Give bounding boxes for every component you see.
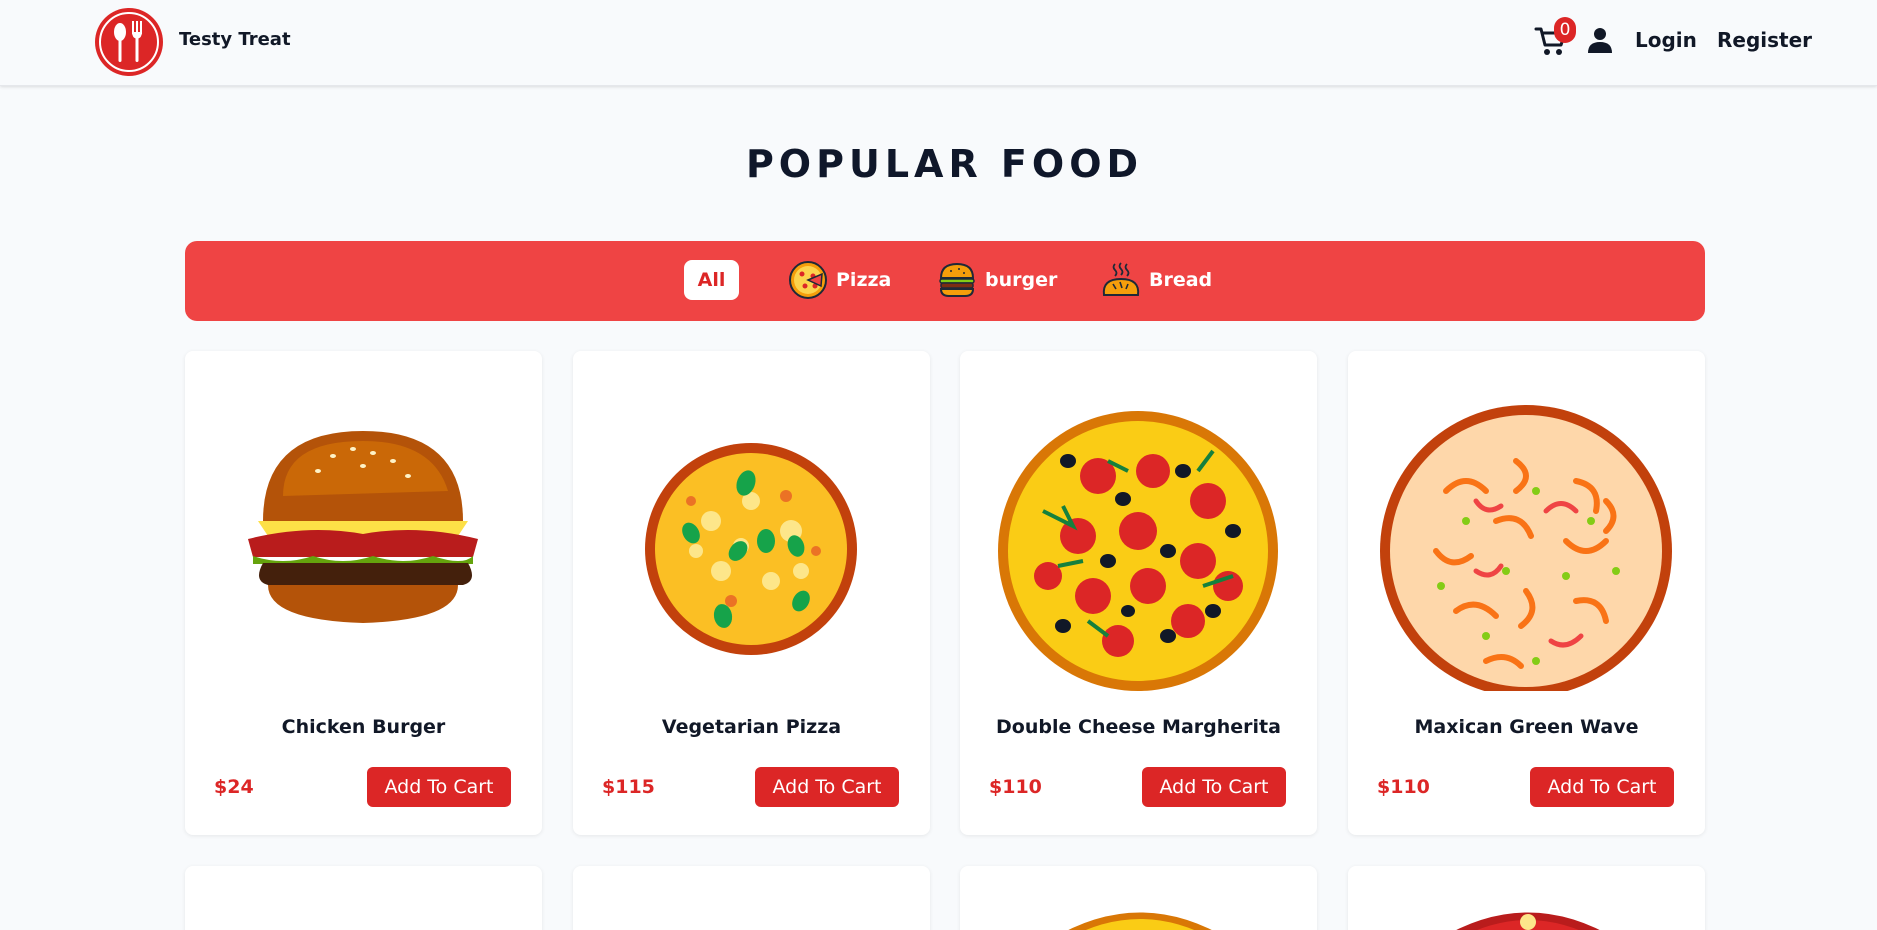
logo-icon[interactable] (94, 7, 164, 77)
burger-icon (939, 262, 975, 297)
product-card: Chicken Burger $24 Add To Cart (185, 351, 542, 835)
product-card-partial (960, 866, 1317, 930)
burger-image (213, 371, 478, 691)
pepper-pizza-image (1380, 405, 1672, 691)
register-link[interactable]: Register (1717, 28, 1812, 52)
add-to-cart-button[interactable]: Add To Cart (755, 767, 899, 807)
filter-burger-label: burger (985, 269, 1058, 291)
product-card-partial (1348, 866, 1705, 930)
user-icon[interactable] (1587, 27, 1613, 53)
add-to-cart-button[interactable]: Add To Cart (1530, 767, 1674, 807)
product-card: Double Cheese Margherita $110 Add To Car… (960, 351, 1317, 835)
page-title: POPULAR FOOD (745, 142, 1144, 186)
product-card: Maxican Green Wave $110 Add To Cart (1348, 351, 1705, 835)
product-card: Vegetarian Pizza $115 Add To Cart (573, 351, 930, 835)
brand-name: Testy Treat (179, 29, 291, 50)
filter-pizza-button[interactable]: Pizza (788, 260, 891, 300)
product-price: $110 (989, 776, 1042, 798)
login-link[interactable]: Login (1635, 28, 1697, 52)
filter-all-button[interactable]: All (684, 260, 739, 300)
add-to-cart-button[interactable]: Add To Cart (1142, 767, 1286, 807)
filter-bread-button[interactable]: Bread (1101, 260, 1212, 300)
product-price: $110 (1377, 776, 1430, 798)
filter-all-label: All (697, 269, 726, 291)
pizza-image-partial (1456, 912, 1600, 930)
veg-pizza-image (645, 443, 857, 655)
product-price: $115 (602, 776, 655, 798)
category-filter-bar: All Pizza burger Bread (185, 241, 1705, 321)
cart-count-badge: 0 (1554, 17, 1576, 43)
pepperoni-pizza-image (998, 411, 1278, 691)
filter-pizza-label: Pizza (836, 269, 892, 291)
filter-bread-label: Bread (1149, 269, 1213, 291)
product-name: Vegetarian Pizza (661, 716, 842, 738)
product-name: Maxican Green Wave (1414, 716, 1639, 738)
product-price: $24 (214, 776, 254, 798)
pizza-icon (789, 261, 827, 299)
product-card-partial (573, 866, 930, 930)
pizza-image-partial (1068, 912, 1212, 930)
add-to-cart-button[interactable]: Add To Cart (367, 767, 511, 807)
header: Testy Treat 0 Login Register (0, 0, 1877, 86)
product-name: Chicken Burger (281, 716, 446, 738)
bread-icon (1102, 262, 1140, 296)
product-name: Double Cheese Margherita (996, 716, 1281, 738)
product-card-partial (185, 866, 542, 930)
filter-burger-button[interactable]: burger (937, 260, 1057, 300)
